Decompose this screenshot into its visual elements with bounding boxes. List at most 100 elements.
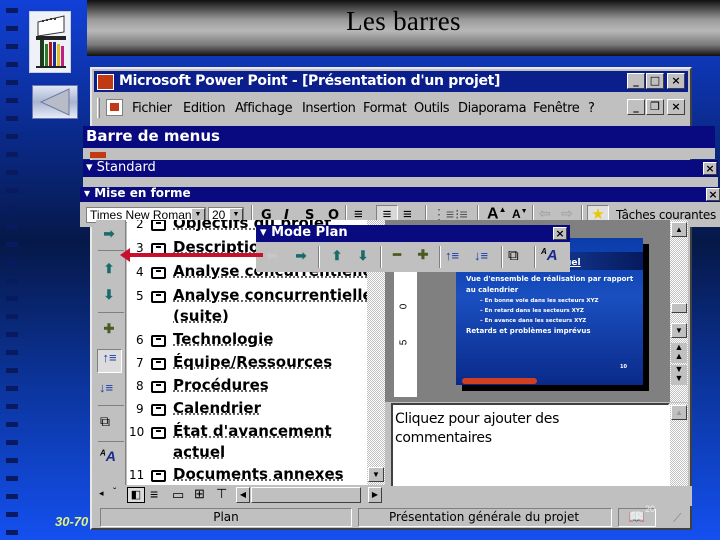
scroll-left-small[interactable]: ◂ — [99, 488, 104, 499]
outline-item[interactable]: État d'avancement — [173, 422, 332, 440]
slide-view-button[interactable]: ▭ — [172, 487, 184, 503]
summary-slide-icon[interactable]: ⧉ — [100, 413, 110, 430]
slide-icon[interactable] — [151, 291, 166, 303]
outline-item[interactable]: Procédures — [173, 376, 269, 394]
expand-plus-icon[interactable]: ✚ — [413, 247, 433, 263]
menu-outils[interactable]: Outils — [414, 101, 450, 116]
film-dash — [6, 404, 18, 409]
expand-all-icon[interactable]: ↓≡ — [474, 248, 488, 263]
slide-icon[interactable] — [151, 220, 166, 231]
previous-slide-button[interactable]: ▲ ▲ — [671, 343, 687, 363]
normal-view-button[interactable]: ◧ — [127, 487, 145, 503]
outline-toolbar-close[interactable]: × — [553, 227, 567, 240]
film-dash — [6, 296, 18, 301]
menu-fichier[interactable]: Fichier — [132, 101, 172, 116]
menu-affichage[interactable]: Affichage — [235, 101, 293, 116]
slide-bullet: Vue d'ensemble de réalisation par rappor… — [466, 275, 634, 294]
move-down-arrow-icon[interactable]: ⬇ — [99, 287, 119, 303]
film-dash — [6, 170, 18, 175]
standard-toolbar-close[interactable]: × — [703, 162, 717, 175]
doc-restore-button[interactable]: ❐ — [646, 99, 664, 115]
film-dash — [6, 278, 18, 283]
outline-item-text: État d'avancement — [173, 422, 332, 440]
menu-diaporama[interactable]: Diaporama — [458, 101, 527, 116]
slide-icon[interactable] — [151, 470, 166, 482]
collapse-all-icon[interactable]: ↑≡ — [97, 349, 122, 373]
hscroll-thumb[interactable] — [251, 487, 361, 503]
film-dash — [6, 62, 18, 67]
menu-edition[interactable]: Edition — [183, 101, 226, 116]
status-view: Plan — [100, 508, 352, 527]
outline-item[interactable]: Équipe/Ressources — [173, 353, 332, 371]
doc-close-button[interactable]: × — [667, 99, 685, 115]
separator — [534, 246, 536, 268]
view-toggle-icon[interactable]: ˇ — [113, 487, 116, 498]
demote-arrow-icon[interactable]: ➡ — [291, 248, 311, 264]
outline-toolbar-label: ▾ Mode Plan — [260, 225, 348, 240]
move-up-arrow-icon[interactable]: ⬆ — [327, 248, 347, 264]
scroll-up-button[interactable]: ▲ — [671, 222, 687, 237]
expand-all-icon[interactable]: ↓≡ — [99, 380, 113, 395]
promote-disabled-icon[interactable]: ⬅ — [262, 248, 282, 264]
slide-icon[interactable] — [151, 358, 166, 370]
close-window-button[interactable]: × — [667, 73, 685, 89]
powerpoint-app-icon[interactable] — [97, 74, 114, 90]
doc-minimize-button[interactable]: _ — [627, 99, 645, 115]
formatting-toolbar-close[interactable]: × — [706, 188, 720, 201]
menu-insertion[interactable]: Insertion — [302, 101, 356, 116]
film-dash — [6, 206, 18, 211]
scroll-down-button[interactable]: ▼ — [671, 323, 687, 338]
summary-slide-icon[interactable]: ⧉ — [508, 247, 519, 264]
slide-sorter-button[interactable]: ⊞ — [194, 486, 205, 502]
decrease-font-icon[interactable]: A▼ — [512, 207, 528, 221]
collapse-all-icon[interactable]: ↑≡ — [445, 248, 459, 263]
scroll-down-button[interactable]: ▼ — [368, 467, 384, 482]
outline-item-text: Calendrier — [173, 399, 261, 417]
collapse-minus-icon[interactable]: ━ — [387, 247, 407, 263]
menu-help[interactable]: ? — [588, 101, 595, 116]
menu-grip[interactable] — [97, 98, 100, 118]
resize-grip-icon[interactable]: ⟋ — [673, 511, 681, 526]
expand-plus-icon[interactable]: ✚ — [99, 321, 119, 337]
outline-item[interactable]: Documents annexes — [173, 465, 344, 483]
window-title: Microsoft Power Point - [Présentation d'… — [119, 73, 501, 89]
menu-format[interactable]: Format — [363, 101, 407, 116]
outline-item-continued[interactable]: actuel — [173, 443, 225, 461]
notes-placeholder[interactable]: Cliquez pour ajouter des commentaires — [395, 410, 595, 448]
show-formatting-icon[interactable]: AA — [100, 448, 116, 464]
slide-icon[interactable] — [151, 335, 166, 347]
move-up-arrow-icon[interactable]: ⬆ — [99, 261, 119, 277]
slide-icon[interactable] — [151, 267, 166, 279]
next-slide-button[interactable]: ▼ ▼ — [671, 365, 687, 385]
film-dash — [6, 260, 18, 265]
slideshow-button[interactable]: ⊤ — [216, 486, 227, 502]
slide-bullet: Retards et problèmes imprévus — [466, 327, 591, 335]
outline-item[interactable]: Analyse concurrentielle — [173, 286, 367, 304]
slide-icon[interactable] — [151, 427, 166, 439]
spell-badge: 20 — [645, 504, 656, 514]
outline-item-continued[interactable]: (suite) — [173, 307, 229, 325]
back-button[interactable] — [32, 85, 78, 119]
slide-title: Les barres — [346, 6, 461, 36]
outline-view-button[interactable]: ≡ — [150, 486, 158, 502]
hscroll-right-button[interactable]: ▶ — [368, 487, 382, 503]
maximize-button[interactable]: □ — [646, 73, 664, 89]
move-down-arrow-icon[interactable]: ⬇ — [353, 248, 373, 264]
standard-toolbar-titlebar[interactable] — [83, 160, 718, 177]
document-icon-small — [90, 152, 106, 158]
outline-item[interactable]: Calendrier — [173, 399, 261, 417]
minimize-button[interactable]: _ — [627, 73, 645, 89]
menu-bar-preview — [83, 148, 715, 159]
menu-fenetre[interactable]: Fenêtre — [533, 101, 580, 116]
slide-icon[interactable] — [151, 404, 166, 416]
scroll-thumb[interactable] — [671, 303, 687, 313]
outline-item-text: (suite) — [173, 307, 229, 325]
notes-scroll-up[interactable]: ▲ — [671, 405, 687, 420]
slide-sub-bullet: – En bonne voie dans les secteurs XYZ — [480, 298, 599, 304]
demote-arrow-icon[interactable]: ➡ — [99, 226, 119, 242]
hscroll-left-button[interactable]: ◀ — [236, 487, 250, 503]
document-icon[interactable] — [106, 99, 123, 116]
show-formatting-icon[interactable]: AA — [541, 247, 558, 264]
slide-icon[interactable] — [151, 381, 166, 393]
outline-item[interactable]: Technologie — [173, 330, 273, 348]
